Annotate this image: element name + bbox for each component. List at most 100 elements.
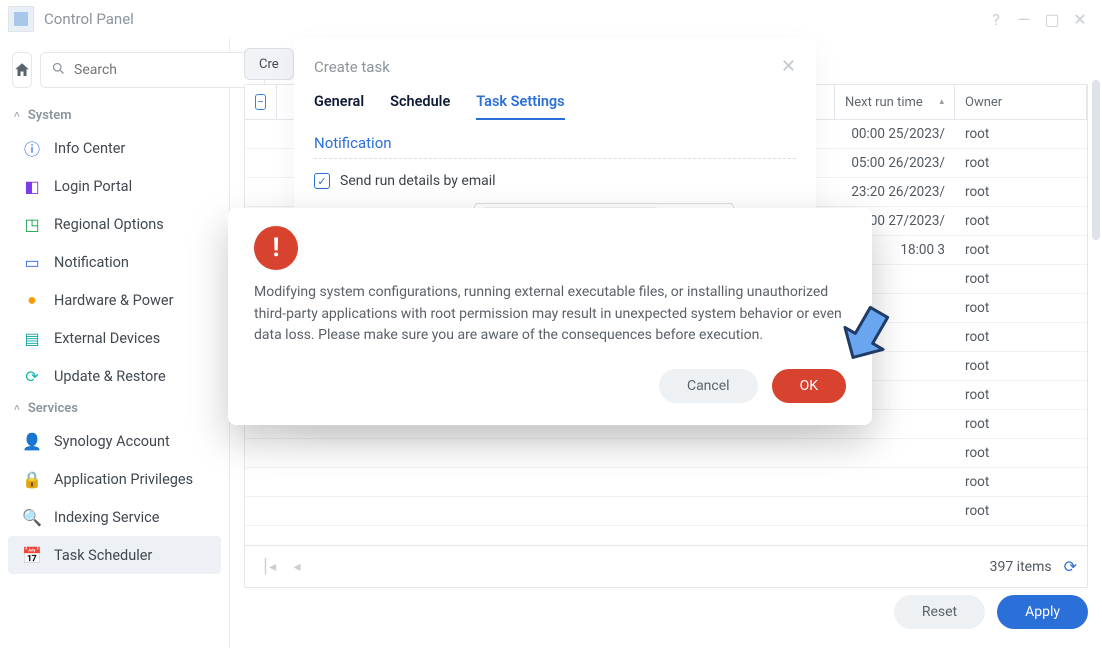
cell-owner: root [955, 155, 1087, 171]
title-bar: Control Panel ? — ▢ ✕ [0, 0, 1102, 38]
sidebar: ˄ System ⓘ Info Center ◧ Login Portal ◳ Reg… [0, 38, 230, 648]
item-count: 397 items [990, 559, 1052, 575]
send-email-checkbox[interactable]: ✓ [314, 173, 330, 189]
modal-tabs: General Schedule Task Settings [294, 77, 816, 126]
cell-owner: root [955, 358, 1087, 374]
cell-owner: root [955, 503, 1087, 519]
app-icon [8, 6, 34, 32]
table-row[interactable]: root [245, 439, 1087, 468]
cell-owner: root [955, 474, 1087, 490]
category-services[interactable]: ˄ Services [8, 395, 221, 422]
sidebar-item-notification[interactable]: ▭ Notification [8, 243, 221, 281]
table-footer: ⎮◂ ◂ 397 items ⟳ [245, 545, 1087, 587]
chevron-up-icon: ˄ [14, 110, 20, 121]
dialog-footer: Cancel OK [254, 369, 846, 403]
sidebar-item-label: Notification [54, 254, 129, 271]
warning-text: Modifying system configurations, running… [254, 226, 846, 347]
cell-owner: root [955, 300, 1087, 316]
indeterminate-icon: − [255, 94, 266, 110]
send-email-row: ✓ Send run details by email [294, 169, 816, 193]
reload-icon[interactable]: ⟳ [1064, 557, 1077, 576]
portal-icon: ◧ [22, 176, 42, 196]
globe-icon: ◳ [22, 214, 42, 234]
home-icon [13, 61, 31, 79]
home-button[interactable] [12, 52, 32, 88]
info-icon: ⓘ [22, 138, 42, 158]
sidebar-item-indexing-service[interactable]: 🔍 Indexing Service [8, 498, 221, 536]
page-first-icon[interactable]: ⎮◂ [255, 559, 283, 575]
cell-owner: root [955, 416, 1087, 432]
main-footer: Reset Apply [244, 588, 1088, 636]
sidebar-item-label: Hardware & Power [54, 292, 173, 309]
cell-next-run: /25/2023 00:00 [835, 126, 955, 142]
cell-owner: root [955, 242, 1087, 258]
sidebar-item-label: Application Privileges [54, 471, 193, 488]
cell-owner: root [955, 213, 1087, 229]
apply-button[interactable]: Apply [997, 595, 1088, 629]
modal-title: Create task [314, 58, 390, 76]
cell-next-run: /26/2023 05:00 [835, 155, 955, 171]
calendar-icon: 📅 [22, 545, 42, 565]
dialog-ok-button[interactable]: OK [772, 369, 846, 403]
update-icon: ⟳ [22, 366, 42, 386]
bulb-icon: ● [22, 290, 42, 310]
sidebar-item-label: Info Center [54, 140, 125, 157]
cell-owner: root [955, 387, 1087, 403]
sidebar-item-login-portal[interactable]: ◧ Login Portal [8, 167, 221, 205]
sidebar-item-hardware-power[interactable]: ● Hardware & Power [8, 281, 221, 319]
sidebar-item-label: Synology Account [54, 433, 170, 450]
window-title: Control Panel [44, 10, 982, 28]
close-icon[interactable]: ✕ [1066, 10, 1094, 29]
warning-icon: ! [254, 226, 298, 270]
search-icon [51, 61, 66, 80]
reset-button[interactable]: Reset [894, 595, 985, 629]
chevron-up-icon: ˄ [14, 403, 20, 414]
maximize-icon[interactable]: ▢ [1038, 10, 1066, 29]
modal-close-icon[interactable]: ✕ [781, 56, 796, 77]
category-system[interactable]: ˄ System [8, 102, 221, 129]
select-all-checkbox[interactable]: − [245, 85, 277, 119]
table-row[interactable]: root [245, 468, 1087, 497]
warning-dialog: ! Modifying system configurations, runni… [228, 208, 872, 425]
search-service-icon: 🔍 [22, 507, 42, 527]
tab-task-settings[interactable]: Task Settings [476, 93, 564, 120]
sidebar-item-label: Task Scheduler [54, 547, 152, 564]
help-icon[interactable]: ? [982, 10, 1010, 29]
sidebar-item-task-scheduler[interactable]: 📅 Task Scheduler [8, 536, 221, 574]
sidebar-item-application-privileges[interactable]: 🔒 Application Privileges [8, 460, 221, 498]
devices-icon: ▤ [22, 328, 42, 348]
tab-schedule[interactable]: Schedule [390, 93, 450, 120]
cell-owner: root [955, 445, 1087, 461]
cell-owner: root [955, 271, 1087, 287]
column-next-run[interactable]: Next run time [835, 85, 955, 119]
table-row[interactable]: root [245, 497, 1087, 526]
modal-header: Create task ✕ [294, 38, 816, 77]
sidebar-item-label: Regional Options [54, 216, 164, 233]
sidebar-item-label: Indexing Service [54, 509, 159, 526]
sidebar-item-info-center[interactable]: ⓘ Info Center [8, 129, 221, 167]
dialog-cancel-button[interactable]: Cancel [659, 369, 758, 403]
cell-owner: root [955, 329, 1087, 345]
divider [314, 158, 796, 159]
minimize-icon[interactable]: — [1010, 10, 1038, 29]
user-icon: 👤 [22, 431, 42, 451]
sidebar-item-external-devices[interactable]: ▤External Devices [8, 319, 221, 357]
cell-owner: root [955, 126, 1087, 142]
section-notification: Notification [294, 126, 816, 152]
page-prev-icon[interactable]: ◂ [283, 559, 311, 575]
scroll-thumb[interactable] [1092, 80, 1100, 240]
sidebar-item-regional-options[interactable]: ◳ Regional Options [8, 205, 221, 243]
cell-owner: root [955, 184, 1087, 200]
search-input[interactable] [72, 61, 254, 79]
sidebar-item-synology-account[interactable]: 👤 Synology Account [8, 422, 221, 460]
tab-general[interactable]: General [314, 93, 364, 120]
sidebar-item-update-restore[interactable]: ⟳ Update & Restore [8, 357, 221, 395]
chat-icon: ▭ [22, 252, 42, 272]
sidebar-item-label: Login Portal [54, 178, 132, 195]
vertical-scrollbar[interactable] [1092, 80, 1100, 510]
lock-icon: 🔒 [22, 469, 42, 489]
send-email-label: Send run details by email [340, 173, 496, 189]
column-owner[interactable]: Owner [955, 85, 1087, 119]
sidebar-item-label: Update & Restore [54, 368, 166, 385]
create-button[interactable]: Cre [244, 48, 294, 80]
